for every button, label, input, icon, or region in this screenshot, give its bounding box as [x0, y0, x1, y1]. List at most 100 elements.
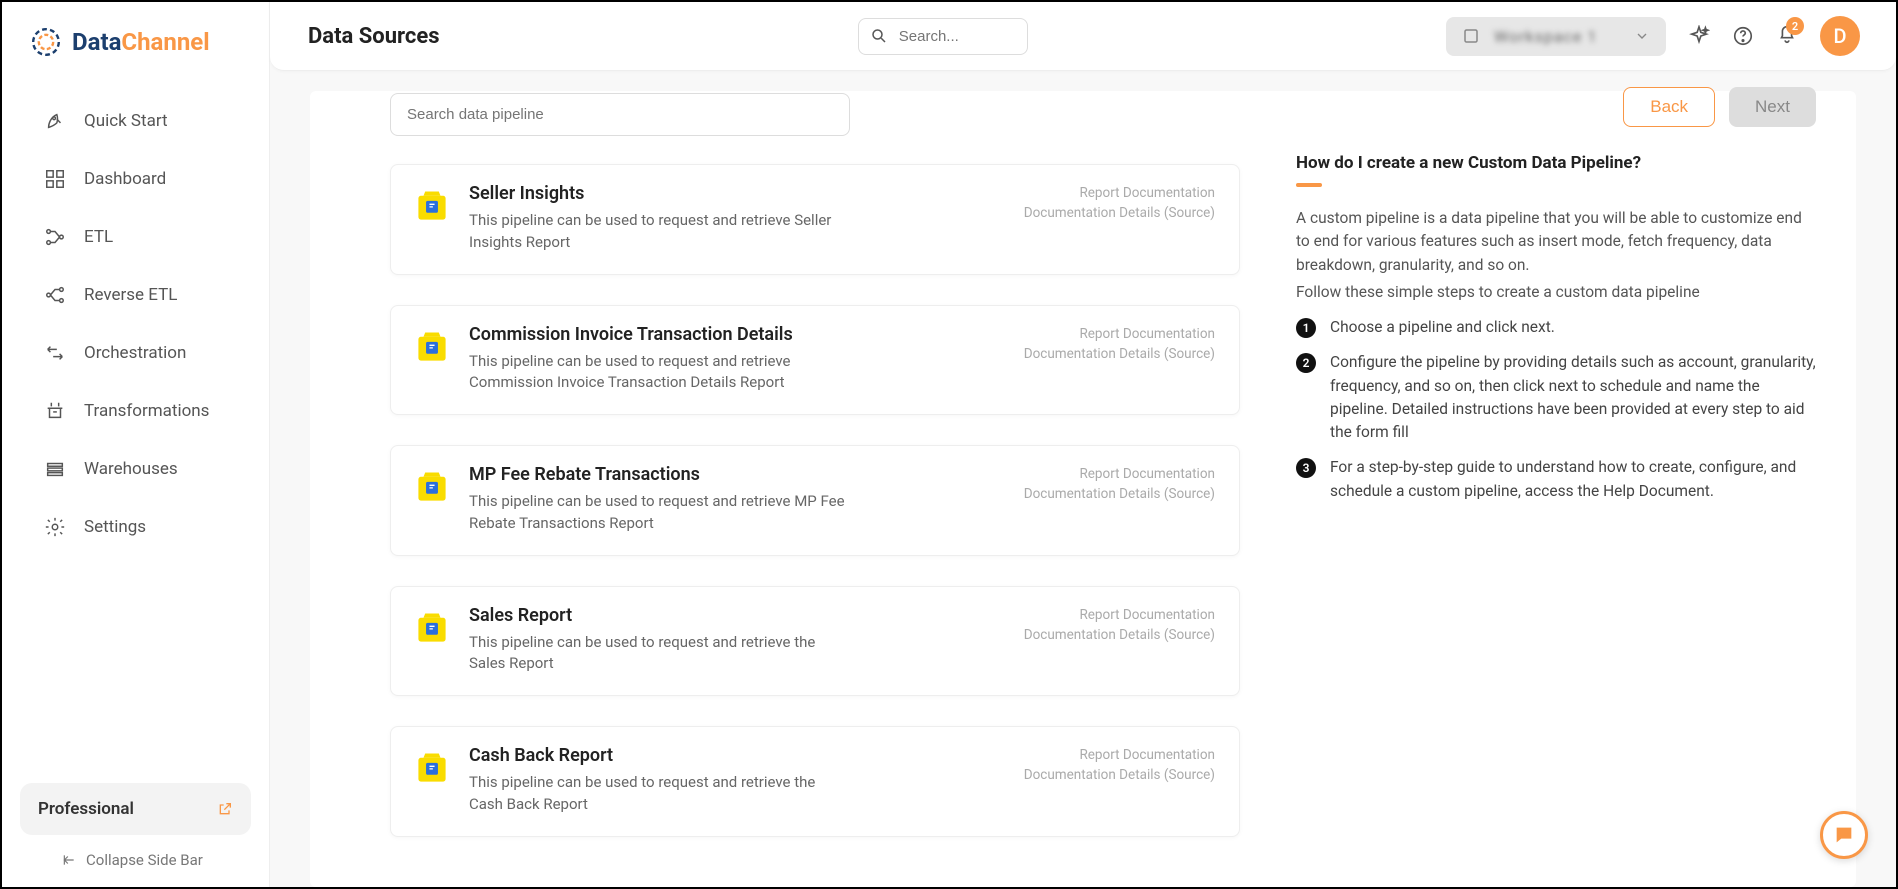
pipeline-description: This pipeline can be used to request and…	[469, 632, 849, 676]
sidebar-item-label: Settings	[84, 517, 146, 537]
help-step: 2 Configure the pipeline by providing det…	[1296, 351, 1816, 444]
rocket-icon	[44, 110, 66, 132]
step-number: 2	[1296, 353, 1316, 373]
pipeline-title: Sales Report	[469, 605, 1004, 626]
sidebar-item-settings[interactable]: Settings	[14, 500, 257, 554]
pipeline-links: Report Documentation Documentation Detai…	[1024, 183, 1215, 224]
documentation-details-link[interactable]: Documentation Details (Source)	[1024, 484, 1215, 504]
brand-logo[interactable]: DataChannel	[2, 2, 269, 76]
pipeline-title: Seller Insights	[469, 183, 1004, 204]
notifications-button[interactable]: 2	[1776, 23, 1798, 49]
step-text: Choose a pipeline and click next.	[1330, 316, 1555, 339]
pipeline-links: Report Documentation Documentation Detai…	[1024, 745, 1215, 786]
workspace-icon	[1462, 27, 1480, 45]
pipeline-description: This pipeline can be used to request and…	[469, 210, 849, 254]
workspace-label: Workspace 1	[1494, 27, 1597, 46]
collapse-sidebar-button[interactable]: Collapse Side Bar	[20, 835, 251, 875]
reverse-etl-icon	[44, 284, 66, 306]
documentation-details-link[interactable]: Documentation Details (Source)	[1024, 625, 1215, 645]
etl-icon	[44, 226, 66, 248]
pipeline-links: Report Documentation Documentation Detai…	[1024, 605, 1215, 646]
sidebar-item-quick-start[interactable]: Quick Start	[14, 94, 257, 148]
sidebar-item-dashboard[interactable]: Dashboard	[14, 152, 257, 206]
pipeline-description: This pipeline can be used to request and…	[469, 491, 849, 535]
pipeline-title: Cash Back Report	[469, 745, 1004, 766]
orchestration-icon	[44, 342, 66, 364]
sidebar-item-label: Quick Start	[84, 111, 168, 131]
pipeline-description: This pipeline can be used to request and…	[469, 351, 849, 395]
external-link-icon	[217, 801, 233, 817]
pipeline-list-column: Seller Insights This pipeline can be use…	[390, 91, 1240, 887]
documentation-details-link[interactable]: Documentation Details (Source)	[1024, 203, 1215, 223]
help-step: 3 For a step-by-step guide to understand …	[1296, 456, 1816, 503]
report-documentation-link[interactable]: Report Documentation	[1024, 183, 1215, 203]
help-column: Back Next How do I create a new Custom D…	[1296, 91, 1816, 887]
sidebar-item-transformations[interactable]: Transformations	[14, 384, 257, 438]
pipeline-card[interactable]: Commission Invoice Transaction Details T…	[390, 305, 1240, 416]
help-intro-2: Follow these simple steps to create a cu…	[1296, 281, 1816, 304]
accent-divider	[1296, 183, 1322, 187]
notification-badge: 2	[1786, 17, 1804, 35]
step-text: Configure the pipeline by providing deta…	[1330, 351, 1816, 444]
warehouse-icon	[44, 458, 66, 480]
help-steps: 1 Choose a pipeline and click next. 2 Confi…	[1296, 316, 1816, 503]
logo-text: DataChannel	[72, 28, 210, 56]
help-intro-1: A custom pipeline is a data pipeline tha…	[1296, 207, 1816, 277]
chevron-down-icon	[1634, 28, 1650, 44]
pipeline-title: MP Fee Rebate Transactions	[469, 464, 1004, 485]
source-icon	[415, 330, 449, 364]
report-documentation-link[interactable]: Report Documentation	[1024, 324, 1215, 344]
sidebar-item-label: Transformations	[84, 401, 209, 421]
source-icon	[415, 611, 449, 645]
pipeline-description: This pipeline can be used to request and…	[469, 772, 849, 816]
documentation-details-link[interactable]: Documentation Details (Source)	[1024, 765, 1215, 785]
step-number: 3	[1296, 458, 1316, 478]
sidebar-item-label: Dashboard	[84, 169, 166, 189]
source-icon	[415, 470, 449, 504]
sparkle-icon[interactable]	[1688, 25, 1710, 47]
documentation-details-link[interactable]: Documentation Details (Source)	[1024, 344, 1215, 364]
sidebar-item-label: Reverse ETL	[84, 285, 177, 305]
help-title: How do I create a new Custom Data Pipeli…	[1296, 153, 1816, 173]
next-button[interactable]: Next	[1729, 87, 1816, 127]
pipeline-card[interactable]: Seller Insights This pipeline can be use…	[390, 164, 1240, 275]
step-number: 1	[1296, 318, 1316, 338]
logo-icon	[30, 26, 62, 58]
report-documentation-link[interactable]: Report Documentation	[1024, 464, 1215, 484]
collapse-icon	[62, 853, 76, 867]
back-button[interactable]: Back	[1623, 87, 1715, 127]
sidebar-item-warehouses[interactable]: Warehouses	[14, 442, 257, 496]
report-documentation-link[interactable]: Report Documentation	[1024, 605, 1215, 625]
avatar[interactable]: D	[1820, 16, 1860, 56]
collapse-label: Collapse Side Bar	[86, 851, 203, 869]
sidebar-item-orchestration[interactable]: Orchestration	[14, 326, 257, 380]
pipeline-links: Report Documentation Documentation Detai…	[1024, 464, 1215, 505]
help-icon[interactable]	[1732, 25, 1754, 47]
search-icon	[870, 27, 888, 45]
sidebar-item-reverse-etl[interactable]: Reverse ETL	[14, 268, 257, 322]
chat-fab[interactable]	[1820, 811, 1868, 859]
transformations-icon	[44, 400, 66, 422]
sidebar-item-etl[interactable]: ETL	[14, 210, 257, 264]
pipeline-links: Report Documentation Documentation Detai…	[1024, 324, 1215, 365]
help-step: 1 Choose a pipeline and click next.	[1296, 316, 1816, 339]
sidebar: DataChannel Quick Start Dashboard ETL Re…	[2, 2, 270, 887]
step-text: For a step-by-step guide to understand h…	[1330, 456, 1816, 503]
sidebar-item-label: Orchestration	[84, 343, 186, 363]
source-icon	[415, 189, 449, 223]
report-documentation-link[interactable]: Report Documentation	[1024, 745, 1215, 765]
gear-icon	[44, 516, 66, 538]
pipeline-card[interactable]: MP Fee Rebate Transactions This pipeline…	[390, 445, 1240, 556]
pipeline-card[interactable]: Sales Report This pipeline can be used t…	[390, 586, 1240, 697]
topbar: Data Sources Workspace 1 2	[270, 2, 1896, 71]
pipeline-card[interactable]: Cash Back Report This pipeline can be us…	[390, 726, 1240, 837]
main-content: Data Sources Workspace 1 2	[270, 2, 1896, 887]
pipeline-search-input[interactable]	[390, 93, 850, 136]
pipeline-title: Commission Invoice Transaction Details	[469, 324, 1004, 345]
dashboard-icon	[44, 168, 66, 190]
workspace-dropdown[interactable]: Workspace 1	[1446, 17, 1666, 56]
source-icon	[415, 751, 449, 785]
plan-label: Professional	[38, 799, 134, 819]
plan-pill[interactable]: Professional	[20, 783, 251, 835]
page-title: Data Sources	[308, 24, 440, 49]
